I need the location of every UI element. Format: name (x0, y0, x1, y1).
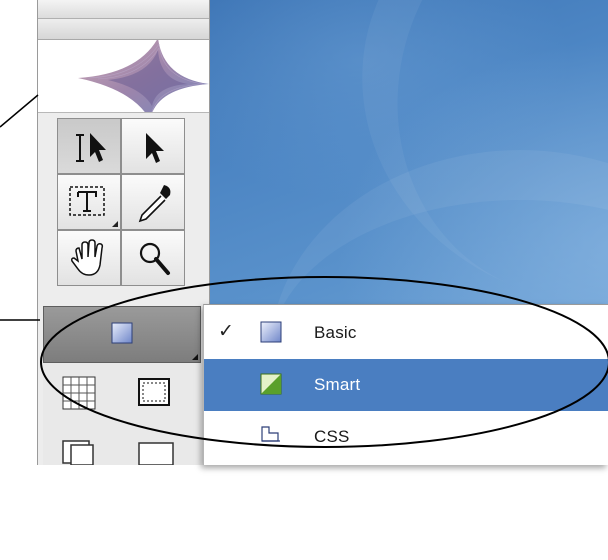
palette-header (38, 19, 209, 40)
basic-frame-icon (260, 321, 282, 343)
eyedropper-tool[interactable] (121, 174, 185, 230)
magnifier-icon (139, 242, 170, 275)
menu-item-css[interactable]: CSS (204, 411, 608, 463)
text-frame-tool[interactable] (57, 174, 121, 230)
palette-title-bar[interactable] (38, 0, 209, 19)
menu-item-label: Smart (314, 375, 361, 394)
smart-frame-icon (260, 373, 282, 395)
app-logo (38, 40, 209, 113)
menu-item-smart[interactable]: Smart (204, 359, 608, 411)
linked-frame-tool-icon[interactable] (62, 440, 94, 466)
image-frame-tool-icon[interactable] (138, 378, 170, 406)
arrow-icon (146, 133, 164, 163)
check-mark-icon: ✓ (218, 321, 234, 342)
menu-item-basic[interactable]: ✓ Basic (204, 307, 608, 359)
arrow-select-tool[interactable] (121, 118, 185, 174)
menu-item-label: Basic (314, 323, 357, 342)
table-tool-icon[interactable] (62, 376, 96, 410)
hand-tool[interactable] (57, 230, 121, 286)
lower-tool-area (43, 363, 201, 466)
menu-item-label: CSS (314, 427, 350, 446)
text-cursor-arrow-icon (76, 133, 106, 162)
basic-frame-icon (111, 322, 133, 344)
eyedropper-icon (138, 185, 171, 223)
zoom-tool[interactable] (121, 230, 185, 286)
text-select-tool[interactable] (57, 118, 121, 174)
rectangle-frame-tool-icon[interactable] (138, 442, 174, 466)
css-frame-icon (261, 426, 280, 442)
frame-type-menu: ✓ Basic Smart CSS (203, 304, 608, 465)
hand-icon (71, 239, 104, 276)
frame-type-button[interactable] (43, 306, 201, 363)
